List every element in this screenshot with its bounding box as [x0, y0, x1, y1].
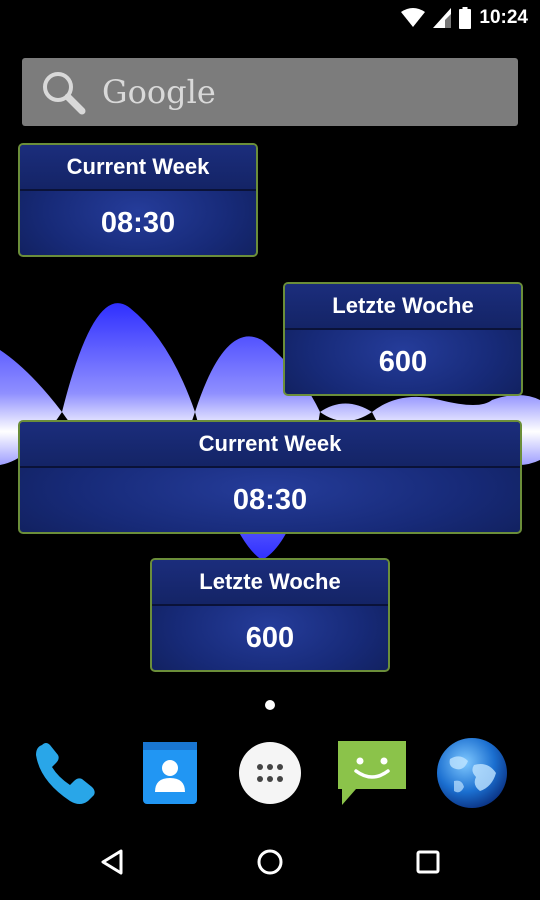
- widget-value: 600: [245, 621, 295, 654]
- google-search-bar[interactable]: Google: [22, 58, 518, 126]
- signal-icon: [433, 8, 452, 28]
- recents-icon[interactable]: [408, 842, 448, 882]
- widget-title: Letzte Woche: [152, 560, 388, 606]
- messaging-icon[interactable]: [332, 733, 412, 813]
- home-icon[interactable]: [250, 842, 290, 882]
- status-icons: 10:24: [401, 6, 528, 30]
- widget-value: 600: [378, 345, 428, 378]
- page-indicator-dot: [265, 700, 275, 710]
- widget-value: 08:30: [232, 483, 308, 516]
- status-bar: 10:24: [0, 0, 540, 36]
- battery-icon: [459, 7, 472, 29]
- widget-letzte-woche-center[interactable]: Letzte Woche 600: [150, 558, 390, 672]
- app-drawer-icon[interactable]: [230, 733, 310, 813]
- browser-globe-icon[interactable]: [432, 733, 512, 813]
- widget-title: Letzte Woche: [285, 284, 521, 330]
- search-label: Google: [102, 73, 216, 111]
- widget-current-week-small[interactable]: Current Week 08:30: [18, 143, 258, 257]
- navigation-bar: [0, 820, 540, 900]
- back-icon[interactable]: [92, 842, 132, 882]
- contacts-icon[interactable]: [130, 733, 210, 813]
- wifi-icon: [401, 8, 426, 27]
- clock: 10:24: [479, 7, 528, 28]
- widget-current-week-wide[interactable]: Current Week 08:30: [18, 420, 522, 534]
- widget-title: Current Week: [20, 422, 520, 468]
- phone-icon[interactable]: [26, 733, 106, 813]
- widget-title: Current Week: [20, 145, 256, 191]
- widget-letzte-woche-right[interactable]: Letzte Woche 600: [283, 282, 523, 396]
- widget-value: 08:30: [100, 206, 176, 239]
- search-icon: [43, 72, 86, 115]
